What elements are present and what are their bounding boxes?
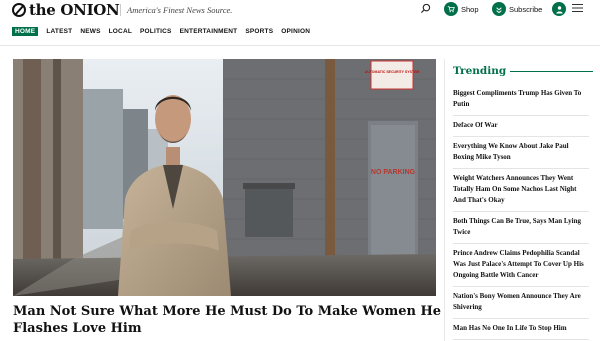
nav-item-home[interactable]: HOME — [12, 27, 39, 36]
door-parking-text: NO PARKING — [371, 169, 416, 176]
trending-item[interactable]: Nation's Bony Women Announce They Are Sh… — [453, 287, 589, 319]
site-header: the ONION America's Finest News Source. … — [0, 0, 600, 46]
trending-item[interactable]: Both Things Can Be True, Says Man Lying … — [453, 212, 589, 244]
site-logo[interactable]: the ONION — [12, 1, 120, 19]
nav-item-latest[interactable]: LATEST — [46, 27, 72, 36]
trending-item[interactable]: Deface Of War — [453, 116, 589, 137]
onion-logo-icon — [12, 3, 26, 17]
trending-sidebar: Trending Biggest Compliments Trump Has G… — [444, 59, 600, 341]
alley-photo: NO PARKING AUTOMATIC SECURITY SYSTEM — [13, 59, 436, 296]
nav-item-opinion[interactable]: OPINION — [281, 27, 310, 36]
site-tagline: America's Finest News Source. — [120, 4, 232, 16]
nav-item-local[interactable]: LOCAL — [109, 27, 132, 36]
trending-item[interactable]: Everything We Know About Jake Paul Boxin… — [453, 137, 589, 169]
nav-item-politics[interactable]: POLITICS — [140, 27, 172, 36]
trending-list: Biggest Compliments Trump Has Given To P… — [453, 84, 589, 340]
trending-header: Trending — [453, 65, 593, 77]
account-button[interactable] — [552, 2, 569, 16]
subscribe-link[interactable]: Subscribe — [492, 2, 542, 16]
trending-item[interactable]: Biggest Compliments Trump Has Given To P… — [453, 84, 589, 116]
trending-item[interactable]: Weight Watchers Announces They Went Tota… — [453, 169, 589, 212]
user-icon — [552, 2, 566, 16]
subscribe-icon — [492, 2, 506, 16]
nav-item-sports[interactable]: SPORTS — [245, 27, 273, 36]
trending-divider — [510, 70, 593, 72]
featured-article-headline[interactable]: Man Not Sure What More He Must Do To Mak… — [13, 303, 443, 337]
trending-item[interactable]: Man Has No One In Life To Stop Him — [453, 319, 589, 340]
subscribe-label: Subscribe — [509, 4, 543, 14]
search-icon — [420, 3, 431, 14]
cart-icon — [444, 2, 458, 16]
nav-item-entertainment[interactable]: ENTERTAINMENT — [180, 27, 238, 36]
section-nav: HOME LATEST NEWS LOCAL POLITICS ENTERTAI… — [12, 27, 318, 36]
security-sign-text: AUTOMATIC SECURITY SYSTEM — [365, 70, 420, 74]
logo-text: the ONION — [29, 1, 120, 19]
hamburger-menu-icon — [572, 4, 583, 12]
shop-link[interactable]: Shop — [444, 2, 479, 16]
shop-label: Shop — [461, 4, 479, 14]
featured-article-image[interactable]: NO PARKING AUTOMATIC SECURITY SYSTEM — [13, 59, 436, 296]
search-button[interactable] — [420, 3, 431, 14]
trending-title: Trending — [453, 65, 507, 77]
trending-item[interactable]: Prince Andrew Claims Pedophilia Scandal … — [453, 244, 589, 287]
nav-item-news[interactable]: NEWS — [80, 27, 100, 36]
menu-button[interactable] — [572, 3, 583, 13]
